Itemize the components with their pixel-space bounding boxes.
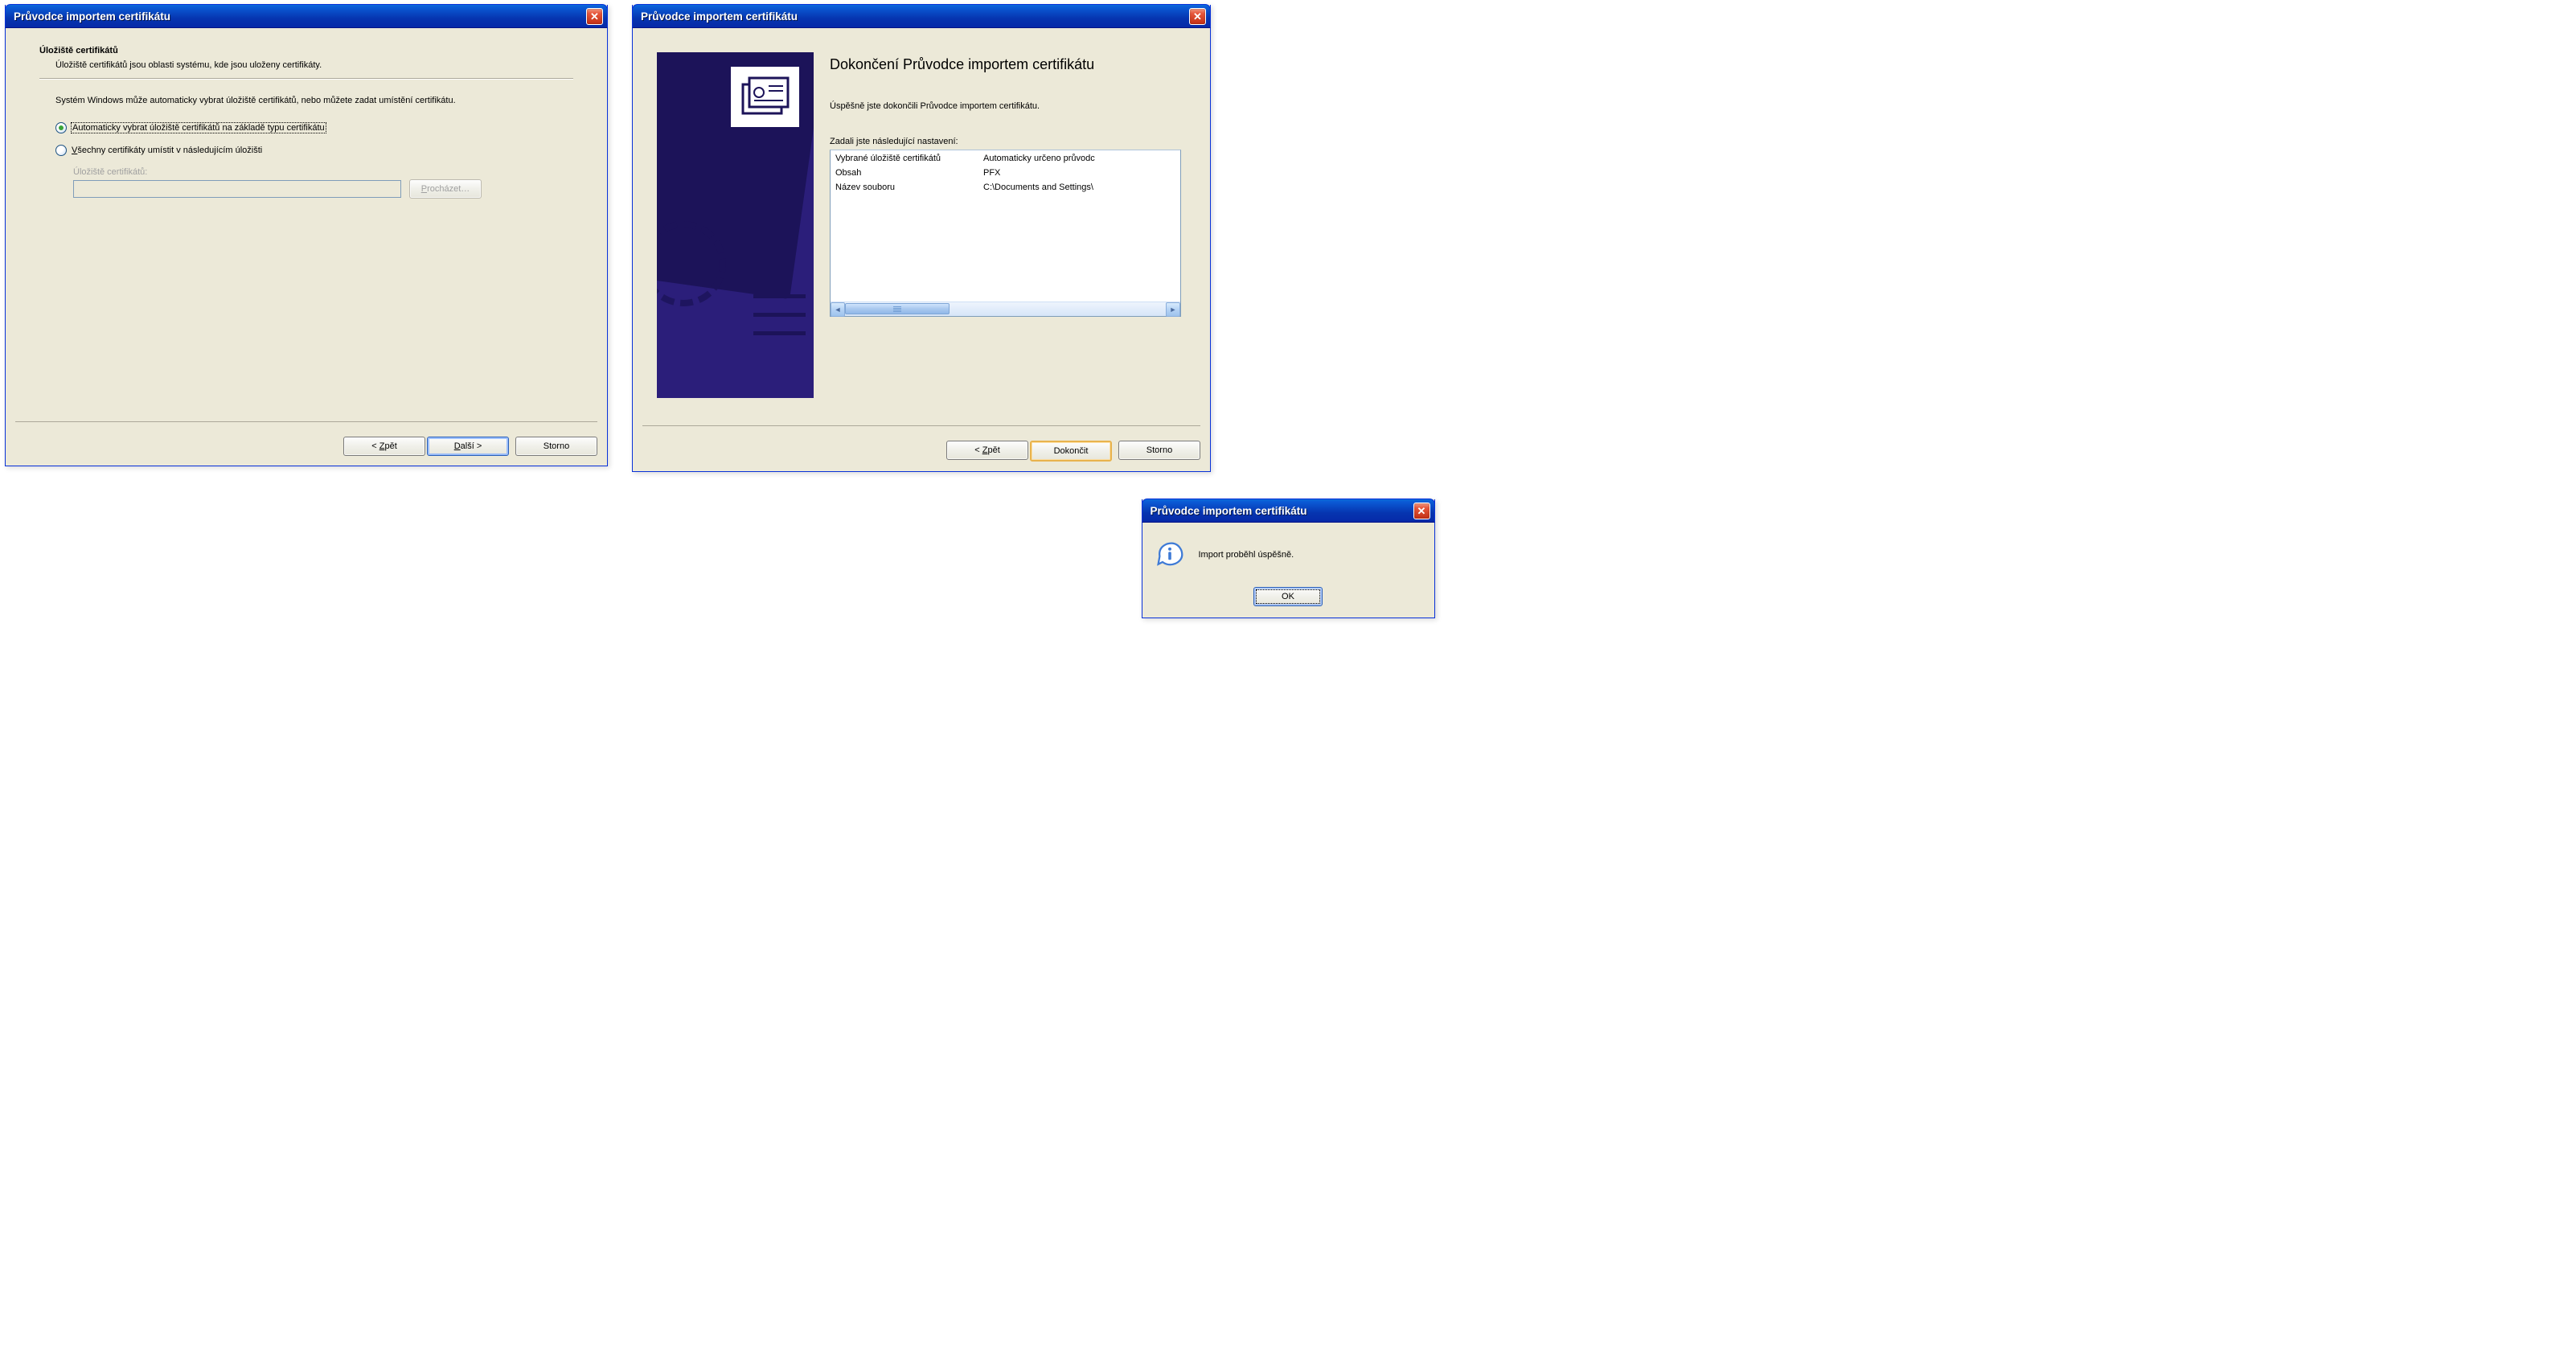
scroll-left-arrow-icon[interactable]: ◄	[831, 302, 845, 317]
radio-place-all-row[interactable]: Všechny certifikáty umístit v následujíc…	[55, 145, 573, 156]
settings-list-label: Zadali jste následující nastavení:	[830, 137, 1181, 146]
finish-button[interactable]: Dokončit	[1030, 441, 1112, 462]
store-input	[73, 180, 401, 198]
settings-listbox: Vybrané úložiště certifikátůAutomaticky …	[830, 150, 1181, 317]
list-item-value: PFX	[983, 166, 1180, 181]
cancel-button[interactable]: Storno	[515, 437, 597, 456]
messagebox-text: Import proběhl úspěšně.	[1199, 550, 1294, 560]
radio-auto-select-label[interactable]: Automaticky vybrat úložiště certifikátů …	[72, 123, 326, 133]
certificate-icon	[731, 67, 799, 127]
radio-place-all[interactable]	[55, 145, 67, 156]
instruction-text: Systém Windows může automaticky vybrat ú…	[55, 94, 573, 108]
browse-button: Procházet…	[409, 179, 482, 199]
page-heading: Úložiště certifikátů	[39, 46, 573, 55]
back-button[interactable]: < Zpět	[946, 441, 1028, 460]
wizard-complete-window: Průvodce importem certifikátu ✕	[632, 5, 1211, 472]
window-title: Průvodce importem certifikátu	[641, 10, 1189, 23]
list-item[interactable]: Vybrané úložiště certifikátůAutomaticky …	[831, 152, 1180, 166]
list-item[interactable]: Název souboruC:\Documents and Settings\	[831, 181, 1180, 195]
titlebar[interactable]: Průvodce importem certifikátu ✕	[632, 4, 1211, 28]
completion-heading: Dokončení Průvodce importem certifikátu	[830, 55, 1181, 74]
window-title: Průvodce importem certifikátu	[14, 10, 586, 23]
list-item-key: Vybrané úložiště certifikátů	[831, 152, 983, 166]
close-button[interactable]: ✕	[586, 8, 603, 25]
wizard-store-window: Průvodce importem certifikátu ✕ Úložiště…	[5, 5, 608, 466]
scroll-track[interactable]	[845, 302, 1166, 316]
list-item-key: Obsah	[831, 166, 983, 181]
close-button[interactable]: ✕	[1189, 8, 1206, 25]
completion-success-text: Úspěšně jste dokončili Průvodce importem…	[830, 101, 1181, 111]
wizard-button-row: < Zpět Další > Storno	[15, 421, 597, 456]
radio-auto-select[interactable]	[55, 122, 67, 133]
close-icon: ✕	[590, 11, 599, 22]
separator	[39, 78, 573, 80]
ok-button[interactable]: OK	[1253, 587, 1323, 606]
close-icon: ✕	[1193, 11, 1202, 22]
window-title: Průvodce importem certifikátu	[1151, 505, 1413, 517]
radio-place-all-label[interactable]: Všechny certifikáty umístit v následujíc…	[72, 146, 262, 155]
wizard-sidebar-graphic	[657, 52, 814, 398]
next-button[interactable]: Další >	[427, 437, 509, 456]
titlebar[interactable]: Průvodce importem certifikátu ✕	[1142, 499, 1435, 523]
horizontal-scrollbar[interactable]: ◄ ►	[831, 302, 1180, 316]
radio-auto-select-row[interactable]: Automaticky vybrat úložiště certifikátů …	[55, 122, 573, 133]
scroll-right-arrow-icon[interactable]: ►	[1166, 302, 1180, 317]
page-subheading: Úložiště certifikátů jsou oblasti systém…	[55, 60, 573, 70]
list-item-key: Název souboru	[831, 181, 983, 195]
titlebar[interactable]: Průvodce importem certifikátu ✕	[5, 4, 608, 28]
close-icon: ✕	[1417, 506, 1426, 516]
list-item-value: C:\Documents and Settings\	[983, 181, 1180, 195]
scroll-thumb[interactable]	[845, 303, 950, 314]
success-messagebox: Průvodce importem certifikátu ✕ Import p…	[1142, 499, 1435, 618]
store-field-label: Úložiště certifikátů:	[73, 167, 573, 177]
wizard-button-row: < Zpět Dokončit Storno	[642, 425, 1200, 462]
info-icon	[1155, 540, 1184, 569]
close-button[interactable]: ✕	[1413, 503, 1430, 519]
back-button[interactable]: < Zpět	[343, 437, 425, 456]
list-item-value: Automaticky určeno průvodc	[983, 152, 1180, 166]
cancel-button[interactable]: Storno	[1118, 441, 1200, 460]
list-item[interactable]: ObsahPFX	[831, 166, 1180, 181]
